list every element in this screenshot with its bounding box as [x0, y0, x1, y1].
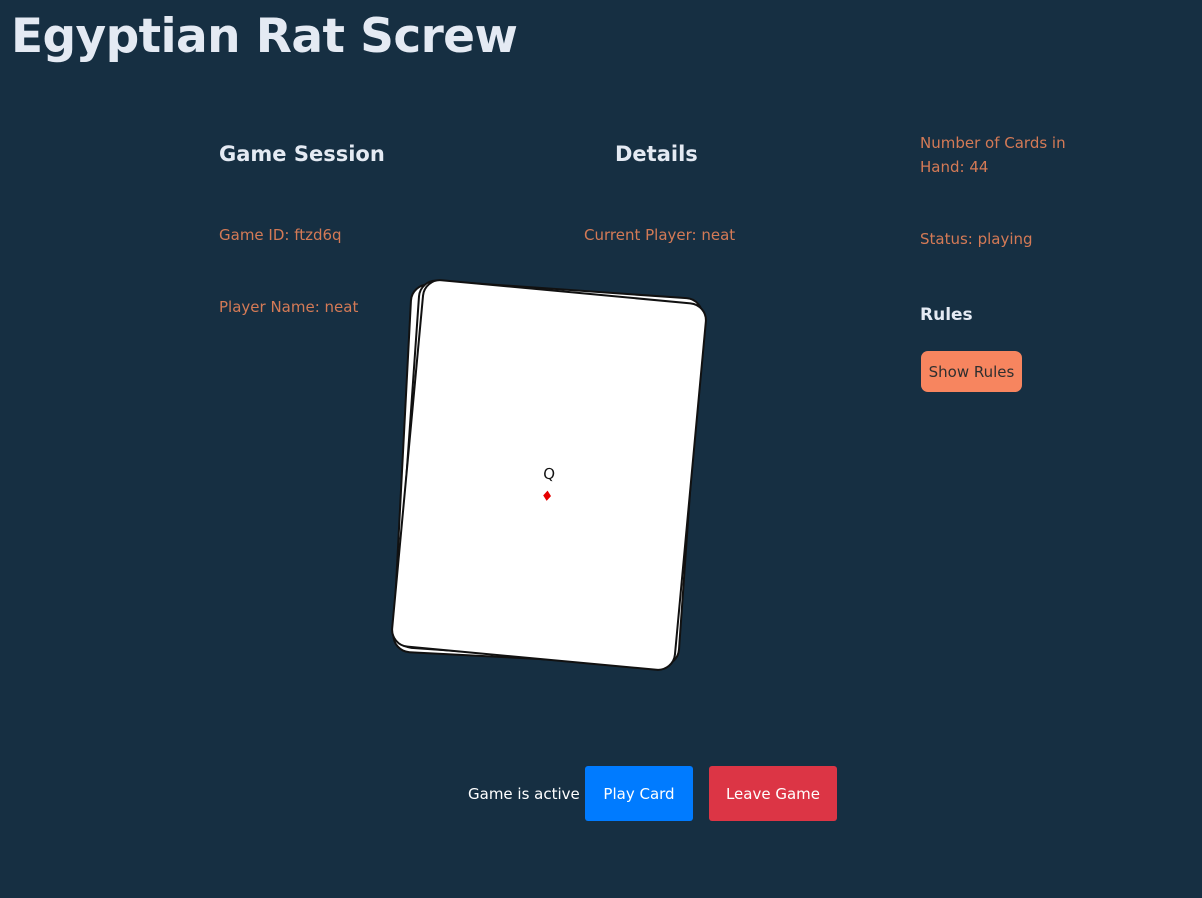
cards-in-hand-text: Number of Cards in Hand: 44	[920, 134, 1066, 176]
details-heading: Details	[615, 142, 698, 166]
game-session-heading: Game Session	[219, 142, 385, 166]
player-name-text: Player Name: neat	[219, 298, 359, 316]
current-player-text: Current Player: neat	[584, 226, 736, 244]
game-id-text: Game ID: ftzd6q	[219, 226, 342, 244]
pile-card-top: Q ♦	[389, 277, 709, 673]
rules-heading: Rules	[920, 305, 973, 325]
play-card-button[interactable]: Play Card	[585, 766, 693, 821]
page-title: Egyptian Rat Screw	[11, 9, 518, 64]
leave-game-button[interactable]: Leave Game	[709, 766, 837, 821]
show-rules-button[interactable]: Show Rules	[921, 351, 1022, 392]
game-status-text: Status: playing	[920, 230, 1033, 248]
game-active-status: Game is active	[468, 785, 580, 803]
